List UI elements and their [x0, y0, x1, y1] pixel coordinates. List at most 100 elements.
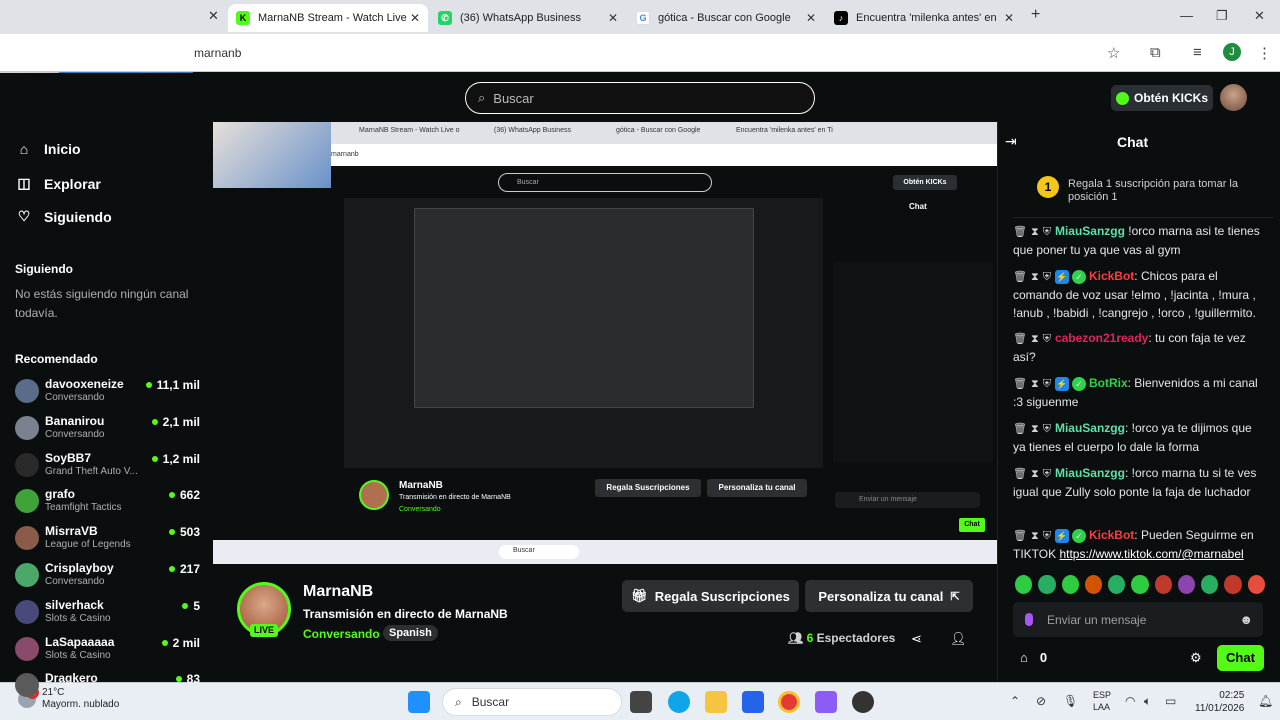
- chat-username[interactable]: MiauSanzgg: [1055, 224, 1125, 238]
- chat-username[interactable]: MiauSanzgg: [1055, 421, 1125, 435]
- nav-explorar[interactable]: ◫ Explorar: [16, 175, 100, 192]
- language-tag[interactable]: Spanish: [383, 625, 438, 641]
- emote-icon[interactable]: [1038, 575, 1056, 594]
- customize-channel-button[interactable]: Personaliza tu canal ⇱: [805, 580, 973, 612]
- ban-icon[interactable]: ⛨: [1043, 423, 1051, 435]
- ban-icon[interactable]: ⛨: [1043, 468, 1051, 480]
- get-kicks-button[interactable]: Obtén KICKs: [1111, 85, 1213, 111]
- delete-icon[interactable]: 🗑︎: [1013, 423, 1027, 435]
- clock[interactable]: 02:25 11/01/2026: [1195, 689, 1244, 715]
- delete-icon[interactable]: 🗑︎: [1013, 226, 1027, 238]
- timeout-icon[interactable]: ⧗: [1031, 378, 1039, 390]
- gift-subscriptions-button[interactable]: 🎁︎ Regala Suscripciones: [622, 580, 799, 612]
- delete-icon[interactable]: 🗑︎: [1013, 333, 1027, 345]
- timeout-icon[interactable]: ⧗: [1031, 468, 1039, 480]
- recommended-channel[interactable]: MisrraVB League of Legends 503: [15, 524, 200, 558]
- copilot-icon[interactable]: [815, 691, 837, 713]
- emote-icon[interactable]: [1224, 575, 1242, 594]
- timeout-icon[interactable]: ⧗: [1031, 226, 1039, 238]
- tab-tiktok[interactable]: ♪ Encuentra 'milenka antes' en Ti ✕: [826, 4, 1022, 32]
- chat-username[interactable]: BotRix: [1089, 376, 1128, 390]
- chat-username[interactable]: MiauSanzgg: [1055, 466, 1125, 480]
- stream-category[interactable]: Conversando: [303, 627, 380, 641]
- close-icon[interactable]: ✕: [608, 11, 618, 25]
- microphone-tray-icon[interactable]: 🎙︎: [1063, 694, 1078, 708]
- chat-settings-icon[interactable]: ⚙: [1190, 650, 1202, 666]
- tab-kick[interactable]: K MarnaNB Stream - Watch Live o ✕: [228, 4, 428, 32]
- ban-icon[interactable]: ⛨: [1043, 333, 1051, 345]
- chat-username[interactable]: KickBot: [1089, 269, 1134, 283]
- wifi-icon[interactable]: ◠: [1125, 694, 1135, 708]
- emote-icon[interactable]: [1061, 575, 1079, 594]
- ban-icon[interactable]: ⛨: [1043, 378, 1051, 390]
- bookmark-star-icon[interactable]: ☆: [1107, 44, 1120, 62]
- streamer-name[interactable]: MarnaNB: [303, 583, 373, 601]
- battery-icon[interactable]: ▭: [1165, 694, 1176, 708]
- close-icon[interactable]: ✕: [806, 11, 816, 25]
- emote-icon[interactable]: [1108, 575, 1126, 594]
- recommended-channel[interactable]: SoyBB7 Grand Theft Auto V... 1,2 mil: [15, 451, 200, 485]
- recommended-channel[interactable]: Dragkero 83: [15, 671, 200, 705]
- search-input[interactable]: ⌕ Buscar: [465, 82, 815, 114]
- recommended-channel[interactable]: Crisplayboy Conversando 217: [15, 561, 200, 595]
- emote-icon[interactable]: [1131, 575, 1149, 594]
- recommended-channel[interactable]: LaSapaaaaa Slots & Casino 2 mil: [15, 635, 200, 669]
- timeout-icon[interactable]: ⧗: [1031, 271, 1039, 283]
- follow-user-icon[interactable]: 👤︎: [950, 631, 967, 647]
- window-close-icon[interactable]: ✕: [1254, 8, 1265, 24]
- ban-icon[interactable]: ⛨: [1043, 226, 1051, 238]
- microphone-icon[interactable]: [1025, 613, 1033, 626]
- chat-username[interactable]: KickBot: [1089, 528, 1134, 542]
- chrome-icon[interactable]: [778, 691, 800, 713]
- chat-username[interactable]: cabezon21ready: [1055, 331, 1148, 345]
- tab-whatsapp[interactable]: ✆ (36) WhatsApp Business ✕: [430, 4, 626, 32]
- gift-leaderboard[interactable]: 1 Regala 1 suscripción para tomar la pos…: [1013, 162, 1273, 218]
- media-icon[interactable]: ≡: [1193, 44, 1202, 61]
- language-indicator[interactable]: ESP LAA: [1093, 689, 1111, 713]
- obs-icon[interactable]: [852, 691, 874, 713]
- tray-expand-icon[interactable]: ⌃: [1010, 694, 1020, 708]
- emote-icon[interactable]: [1154, 575, 1172, 594]
- chat-send-button[interactable]: Chat: [1217, 645, 1264, 671]
- emote-icon[interactable]: [1177, 575, 1196, 594]
- task-view-icon[interactable]: [630, 691, 652, 713]
- close-icon[interactable]: ✕: [410, 11, 420, 25]
- timeout-icon[interactable]: ⧗: [1031, 423, 1039, 435]
- network-off-icon[interactable]: ⊘: [1036, 694, 1046, 708]
- extensions-icon[interactable]: ⧉: [1150, 44, 1161, 61]
- edge-icon[interactable]: [668, 691, 690, 713]
- new-tab-button[interactable]: +: [1031, 6, 1040, 24]
- recommended-channel[interactable]: grafo Teamfight Tactics 662: [15, 487, 200, 521]
- nav-siguiendo[interactable]: ♡ Siguiendo: [16, 208, 112, 225]
- file-explorer-icon[interactable]: [705, 691, 727, 713]
- tab-google[interactable]: G gótica - Buscar con Google ✕: [628, 4, 824, 32]
- emote-icon[interactable]: [1015, 575, 1033, 594]
- store-icon[interactable]: [742, 691, 764, 713]
- more-menu-icon[interactable]: ⋮: [1257, 44, 1272, 62]
- delete-icon[interactable]: 🗑︎: [1013, 378, 1027, 390]
- collapse-chat-icon[interactable]: ⇥: [1005, 133, 1017, 150]
- emoji-icon[interactable]: ☻: [1239, 612, 1253, 627]
- delete-icon[interactable]: 🗑︎: [1013, 530, 1027, 542]
- emote-icon[interactable]: [1201, 575, 1219, 594]
- user-avatar[interactable]: [1220, 84, 1247, 111]
- delete-icon[interactable]: 🗑︎: [1013, 468, 1027, 480]
- profile-avatar[interactable]: J: [1223, 43, 1241, 61]
- emote-icon[interactable]: [1084, 575, 1103, 594]
- ban-icon[interactable]: ⛨: [1043, 271, 1051, 283]
- stream-video-player[interactable]: MarnaNB Stream - Watch Live o (36) Whats…: [213, 122, 997, 564]
- maximize-icon[interactable]: ❐: [1216, 8, 1228, 24]
- chat-link[interactable]: https://www.tiktok.com/@marnabel: [1059, 547, 1243, 561]
- recommended-channel[interactable]: davooxeneize Conversando 11,1 mil: [15, 377, 200, 411]
- timeout-icon[interactable]: ⧗: [1031, 530, 1039, 542]
- ban-icon[interactable]: ⛨: [1043, 530, 1051, 542]
- volume-icon[interactable]: 🔈︎: [1144, 694, 1151, 709]
- emote-icon[interactable]: [1247, 575, 1265, 594]
- chat-input[interactable]: Enviar un mensaje ☻: [1013, 602, 1263, 637]
- timeout-icon[interactable]: ⧗: [1031, 333, 1039, 345]
- channel-points[interactable]: ⌂ 0: [1020, 650, 1047, 665]
- recommended-channel[interactable]: silverhack Slots & Casino 5: [15, 598, 200, 632]
- notifications-icon[interactable]: 🔔︎: [1258, 694, 1273, 708]
- delete-icon[interactable]: 🗑︎: [1013, 271, 1027, 283]
- share-icon[interactable]: ⋖: [911, 631, 922, 647]
